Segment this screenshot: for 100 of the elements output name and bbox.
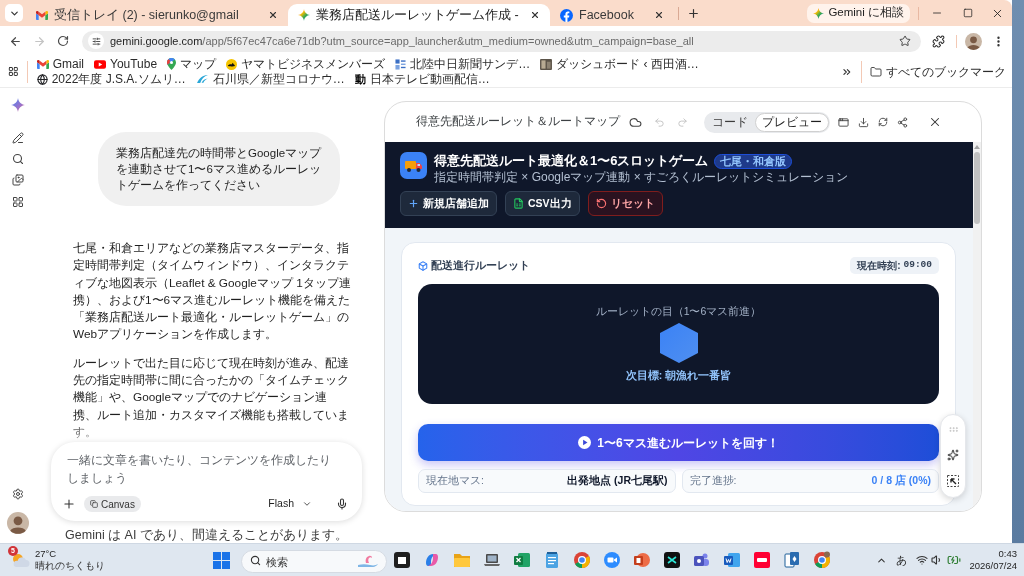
browser-tab[interactable]: 業務店配送ルーレットゲーム作成 - [288,4,550,26]
stat-value: 0 / 8 店 (0%) [871,473,931,489]
reset-icon [595,198,607,209]
user-message: 業務店配達先の時間帯とGoogleマップを連動させて1〜6マス進めるルーレットゲームを作ってください [98,132,340,206]
grip-icon[interactable] [947,424,959,435]
clock-label: 現在時刻: [857,259,901,273]
wifi-icon[interactable] [916,554,929,566]
stat-value: 出発地点 (JR七尾駅) [567,473,668,489]
clock-time: 09:00 [903,258,932,273]
close-icon[interactable] [928,115,942,129]
bar-tile-icon[interactable] [753,551,771,569]
scrollbar-thumb[interactable] [974,152,980,224]
ask-gemini-button[interactable]: Gemini に相談 [807,3,910,23]
cross-tile-icon[interactable] [663,551,681,569]
spin-button[interactable]: 1〜6マス進むルーレットを回す！ [418,424,939,461]
stat-label: 現在地マス: [426,473,484,489]
bookmark-link[interactable]: 動 日本テレビ動画配信… [354,72,490,86]
playing-cards-icon[interactable] [783,551,801,569]
video-camera-icon[interactable] [603,551,621,569]
avatar-icon[interactable] [965,32,982,50]
view-toggle-option[interactable]: コード [705,112,755,132]
mail-icon [36,10,48,20]
disclaimer-text: Gemini は AI であり、間違えることがあります。 [65,527,348,543]
pencil-icon[interactable] [11,132,24,144]
window-icon[interactable] [838,116,849,128]
hexagon-icon [659,323,698,363]
response-paragraph: 七尾・和倉エリアなどの業務店マスターデータ、指定時間帯判定（タイムウィンドウ）、インタラクティブな地図表示（Leaflet & Googleマップ 1タップ連携）、および1〜6マス進むルーレット機能を備えた「業務店配送ルート最適化・ルーレットゲーム」のWebアプリケーションを作成します。 [73,240,351,344]
prompt-input[interactable]: 一緒に文章を書いたり、コンテンツを作成したりしましょう [67,451,335,490]
cloud-icon[interactable] [629,115,642,129]
csv-export-button[interactable]: CSV出力 [505,191,580,216]
download-icon[interactable] [858,116,869,128]
swirl-logo-icon[interactable] [423,551,441,569]
microphone-icon[interactable] [336,498,348,511]
add-store-button[interactable]: 新規店舗追加 [400,191,497,216]
plus-icon[interactable] [62,497,76,512]
clock-time-text[interactable]: 0:43 [998,548,1017,560]
sparkle-icon[interactable] [947,449,959,461]
close-icon[interactable] [654,10,664,20]
share-icon[interactable] [897,116,908,128]
truck-icon [400,152,427,179]
people-icon[interactable] [693,551,711,569]
bookmark-link[interactable]: ダッシュボード ‹ 西田酒… [540,57,699,71]
bookmark-link[interactable]: マップ [167,57,217,71]
browser-icon[interactable] [573,551,591,569]
grid-icon[interactable] [11,196,24,208]
url-text: gemini.google.com/app/5f67ec47ca6e71db?utm_source=app_launcher&utm_medium=owned&utm_campaign=base_all [110,33,694,49]
maximize-icon[interactable] [963,8,973,18]
task-view-icon[interactable] [393,551,411,569]
browser-tab[interactable]: 受信トレイ (2) - sierunko@gmail [26,4,288,26]
refresh-icon[interactable] [878,117,888,127]
image-icon[interactable] [11,174,24,186]
laptop-icon[interactable] [483,551,501,569]
clock-date-text[interactable]: 2026/07/24 [969,560,1017,572]
address-bar[interactable]: gemini.google.com/app/5f67ec47ca6e71db?utm_source=app_launcher&utm_medium=owned&utm_campaign=base_all [82,30,921,52]
model-selector[interactable]: Flash [268,496,312,513]
start-button-icon[interactable] [213,551,230,569]
swoosh-logo-icon [195,74,209,84]
bookmark-star-icon[interactable] [899,35,911,47]
copy-icon [90,500,98,509]
globe-icon [36,73,48,85]
sparkle-logo-icon [298,9,310,21]
back-icon[interactable] [9,34,22,48]
sparkle-logo-icon[interactable] [10,98,25,112]
bookmark-link[interactable]: 石川県／新型コロナウ… [195,72,345,86]
canvas-button[interactable]: Canvas [84,496,141,513]
spreadsheet-file-icon [513,198,524,209]
all-bookmarks-link[interactable]: すべてのブックマーク [870,62,1006,81]
tab-list-button[interactable] [5,4,23,22]
weather-temperature: 27°C [35,548,58,560]
reload-icon[interactable] [57,35,69,47]
bookmark-link[interactable]: 2022年度 J.S.A.ソムリ… [36,72,186,86]
bookmark-link[interactable]: ヤマトビジネスメンバーズ [226,57,386,71]
document-icon[interactable] [723,551,741,569]
browser-tab[interactable]: Facebook [550,4,674,26]
apps-icon[interactable] [8,66,19,77]
bookmark-link[interactable]: Gmail [36,57,84,71]
search-icon[interactable] [11,153,24,165]
ime-indicator[interactable]: あ [896,551,908,569]
settings-icon[interactable] [11,488,24,500]
search-field[interactable]: 検索 [241,550,387,573]
close-icon[interactable] [530,10,540,20]
extensions-icon[interactable] [932,34,945,48]
avatar-icon[interactable] [6,512,29,534]
reset-button[interactable]: リセット [587,191,663,216]
browser-icon[interactable] [813,551,831,569]
close-icon[interactable] [268,10,278,20]
bookmark-link[interactable]: YouTube [94,57,158,71]
notepad-icon[interactable] [543,551,561,569]
view-toggle-option[interactable]: プレビュー [755,112,829,132]
card-heading: 配送進行ルーレット [431,257,530,273]
dice-caption: ルーレットの目（1〜6マス前進） [595,304,762,318]
presentation-icon[interactable] [633,551,651,569]
new-tab-icon[interactable] [687,6,700,20]
select-area-icon[interactable] [947,475,959,487]
app-subtitle: 指定時間帯判定 × Googleマップ連動 × すごろくルーレットシミュレーション [434,170,849,185]
spreadsheet-icon[interactable] [513,551,531,569]
play-button-icon [94,59,106,69]
site-settings-icon[interactable] [91,36,101,46]
battery-icon[interactable] [947,553,962,567]
bookmark-link[interactable]: 北陸中日新聞サンデ… [395,57,531,71]
